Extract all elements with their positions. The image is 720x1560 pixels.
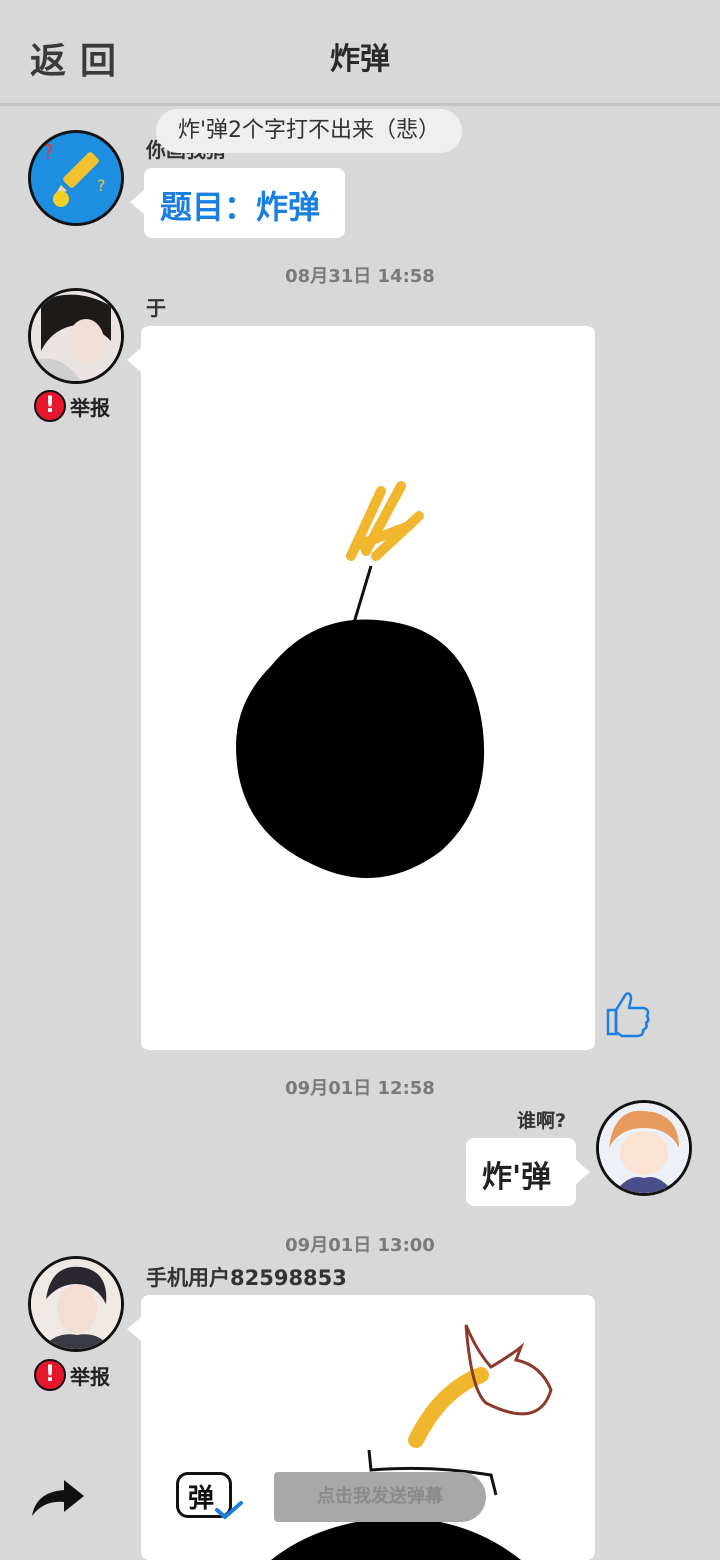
timestamp: 08月31日 14:58 [285, 266, 435, 287]
anime-avatar-icon [599, 1103, 689, 1193]
user-photo-icon [31, 291, 121, 381]
like-icon[interactable] [604, 988, 654, 1038]
check-icon [215, 1501, 243, 1520]
topic-text: 题目：炸弹 [160, 188, 321, 226]
drawing-bubble[interactable] [127, 326, 595, 1050]
top-bar: 返回 炸弹 [0, 0, 720, 106]
share-icon[interactable] [30, 1478, 86, 1518]
danmaku-toggle-label: 弹 [188, 1484, 215, 1514]
timestamp: 09月01日 12:58 [285, 1078, 435, 1099]
sender-name: 手机用户82598853 [146, 1266, 347, 1290]
avatar-user[interactable] [28, 288, 124, 384]
avatar-user[interactable] [596, 1100, 692, 1196]
svg-text:?: ? [43, 140, 54, 164]
timestamp: 09月01日 13:00 [285, 1235, 435, 1256]
pencil-icon: ? ? [31, 133, 121, 223]
page-title: 炸弹 [330, 42, 390, 77]
bomb-drawing [236, 481, 485, 878]
danmaku-toggle-button[interactable]: 弹 [176, 1472, 243, 1522]
report-button[interactable]: ! 举报 [34, 1359, 110, 1391]
sender-name: 于 [146, 296, 166, 320]
report-label: 举报 [70, 395, 110, 420]
report-label: 举报 [70, 1364, 110, 1389]
danmaku-input[interactable]: 点击我发送弹幕 [274, 1472, 486, 1522]
topic-bubble: 题目：炸弹 [130, 168, 345, 238]
report-icon: ! [34, 390, 66, 422]
sender-name: 谁啊? [516, 1110, 566, 1132]
avatar-topic[interactable]: ? ? [28, 130, 124, 226]
bottom-bar: 弹 点击我发送弹幕 [0, 1460, 720, 1560]
message-text: 炸'弹 [482, 1160, 552, 1195]
svg-text:?: ? [97, 176, 106, 195]
avatar-user[interactable] [28, 1256, 124, 1352]
report-icon: ! [34, 1359, 66, 1391]
report-button[interactable]: ! 举报 [34, 390, 110, 422]
user-photo-icon [31, 1259, 121, 1349]
danmaku-overlay: 炸'弹2个字打不出来（悲） [156, 109, 462, 153]
text-bubble: 炸'弹 [466, 1138, 590, 1206]
